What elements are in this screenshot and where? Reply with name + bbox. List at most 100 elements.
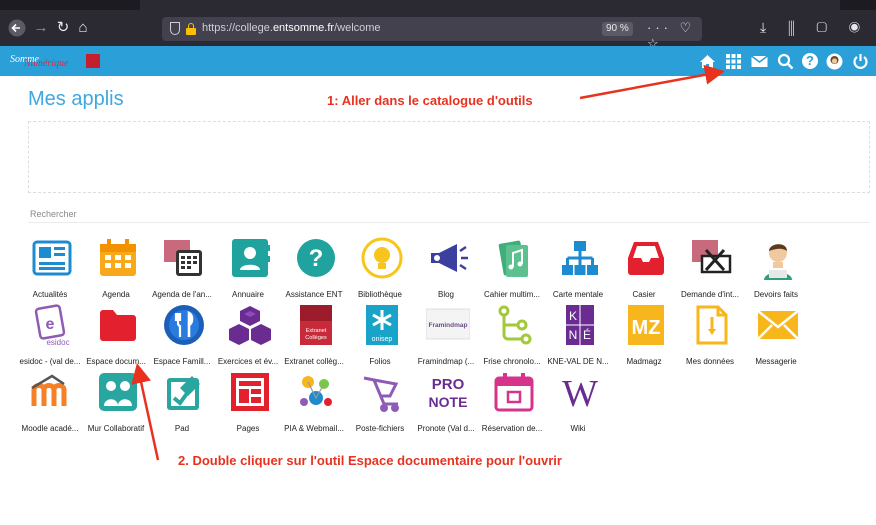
music-notebook-icon <box>492 236 536 280</box>
app-tile-folios[interactable]: onisep Folios <box>348 303 411 369</box>
sitemap-icon <box>558 236 602 280</box>
somme-numerique-logo[interactable]: Somme Numérique <box>10 54 102 70</box>
app-tile-annuaire[interactable]: Annuaire <box>216 236 279 302</box>
app-tile-poste-fichiers[interactable]: Poste-fichiers <box>348 370 411 436</box>
app-label: Exercices et év... <box>217 357 279 366</box>
app-label: Blog <box>437 290 454 299</box>
app-tile-assistance-ent[interactable]: ? Assistance ENT <box>282 236 345 302</box>
app-label: Agenda de l'an... <box>152 290 212 299</box>
favorites-drop-zone[interactable] <box>28 121 870 193</box>
app-tile-messagerie[interactable]: Messagerie <box>744 303 807 369</box>
app-tile-agenda-annee[interactable]: Agenda de l'an... <box>150 236 213 302</box>
app-label: Bibliothèque <box>357 290 403 299</box>
app-tile-mur-collaboratif[interactable]: Mur Collaboratif <box>84 370 147 436</box>
svg-text:N: N <box>569 328 578 342</box>
app-tile-cahier-multimedia[interactable]: Cahier multim... <box>480 236 543 302</box>
power-icon[interactable] <box>851 52 870 71</box>
pronote-icon: PRO NOTE <box>426 370 470 414</box>
app-label: Pronote (Val d... <box>417 424 475 433</box>
mail-icon[interactable] <box>750 52 769 71</box>
app-label: Moodle acadé... <box>21 424 79 433</box>
pia-webmail-icon <box>294 370 338 414</box>
toolbar-icons[interactable]: ⤓ ⫼ ▢ ◉ ⇢ <box>760 19 876 36</box>
app-tile-espace-documentaire[interactable]: Espace docum... <box>84 303 147 369</box>
app-tile-casier[interactable]: Casier <box>612 236 675 302</box>
app-label: Demande d'int... <box>680 290 739 299</box>
avatar-icon[interactable] <box>825 52 844 71</box>
app-tile-espace-famille[interactable]: Espace Famill... <box>150 303 213 369</box>
app-tile-frise-chronologique[interactable]: Frise chronolo... <box>480 303 543 369</box>
app-tile-extranet-colleges[interactable]: Extranet Collèges Extranet collèg... <box>282 303 345 369</box>
apps-grid-icon[interactable] <box>724 52 743 71</box>
search-underline <box>28 222 870 223</box>
search-label[interactable]: Rechercher <box>30 209 77 219</box>
active-tab[interactable] <box>140 0 840 10</box>
home-icon[interactable]: ⌂ <box>74 19 92 37</box>
pages-icon <box>228 370 272 414</box>
app-tile-demande-intervention[interactable]: Demande d'int... <box>678 236 741 302</box>
printer-broken-icon <box>690 236 734 280</box>
app-label: Annuaire <box>231 290 265 299</box>
pad-icon <box>162 370 206 414</box>
esidoc-icon: e esidoc <box>30 303 74 347</box>
forward-icon[interactable]: → <box>32 19 50 37</box>
app-tile-esidoc[interactable]: e esidoc esidoc - (val de... <box>18 303 81 369</box>
app-tile-pia-webmail[interactable]: PIA & Webmail... <box>282 370 345 436</box>
madmagz-icon: MZ <box>624 303 668 347</box>
app-tile-blog[interactable]: Blog <box>414 236 477 302</box>
app-tile-pronote[interactable]: PRO NOTE Pronote (Val d... <box>414 370 477 436</box>
app-tile-devoirs-faits[interactable]: Devoirs faits <box>744 236 807 302</box>
megaphone-icon <box>426 236 470 280</box>
app-tile-mes-donnees[interactable]: Mes données <box>678 303 741 369</box>
wiki-w-icon: W <box>558 370 602 415</box>
app-tile-reservation[interactable]: Réservation de... <box>480 370 543 436</box>
app-label: Madmagz <box>626 357 662 366</box>
help-circle-icon: ? <box>294 236 338 280</box>
svg-text:onisep: onisep <box>372 336 393 343</box>
zoom-indicator[interactable]: 90 % <box>602 22 633 36</box>
app-label: Pad <box>174 424 190 433</box>
app-tile-carte-mentale[interactable]: Carte mentale <box>546 236 609 302</box>
app-label: Extranet collèg... <box>284 357 344 366</box>
app-label: esidoc - (val de... <box>19 357 81 366</box>
app-tile-actualites[interactable]: Actualités <box>18 236 81 302</box>
app-tile-pages[interactable]: Pages <box>216 370 279 436</box>
help-icon[interactable]: ? <box>802 53 818 69</box>
tab-strip <box>0 0 876 10</box>
app-label: Carte mentale <box>552 290 604 299</box>
folios-icon: onisep <box>360 303 404 347</box>
svg-text:MZ: MZ <box>632 317 661 339</box>
svg-text:PRO: PRO <box>432 376 465 393</box>
app-label: Folios <box>369 357 391 366</box>
app-label: Espace docum... <box>86 357 146 366</box>
app-tile-pad[interactable]: Pad <box>150 370 213 436</box>
app-tile-madmagz[interactable]: MZ Madmagz <box>612 303 675 369</box>
svg-text:esidoc: esidoc <box>46 338 69 347</box>
lock-icon[interactable] <box>186 23 196 35</box>
app-label: KNE-VAL DE N... <box>547 357 609 366</box>
home-icon[interactable] <box>698 52 717 71</box>
app-tile-exercices[interactable]: Exercices et év... <box>216 303 279 369</box>
url-bar[interactable]: https://college.entsomme.fr/welcome 90 %… <box>162 17 702 51</box>
app-tile-agenda[interactable]: Agenda <box>84 236 147 302</box>
app-label: PIA & Webmail... <box>284 424 344 433</box>
svg-text:K: K <box>569 309 577 323</box>
app-label: Casier <box>632 290 656 299</box>
app-tile-bibliotheque[interactable]: Bibliothèque <box>348 236 411 302</box>
app-label: Espace Famill... <box>153 357 211 366</box>
tracking-shield-icon[interactable] <box>170 22 180 35</box>
app-tile-wiki[interactable]: W Wiki <box>546 370 609 436</box>
url-text[interactable]: https://college.entsomme.fr/welcome <box>202 22 381 34</box>
app-tile-kne[interactable]: KNÉ KNE-VAL DE N... <box>546 303 609 369</box>
collab-wall-icon <box>96 370 140 414</box>
moodle-icon <box>30 370 74 414</box>
annotation-step-1: 1: Aller dans le catalogue d'outils <box>327 93 533 108</box>
reload-icon[interactable]: ↻ <box>54 19 72 37</box>
app-tile-framindmap[interactable]: Framindmap Framindmap (... <box>414 303 477 369</box>
svg-text:Collèges: Collèges <box>305 335 327 341</box>
agenda-annee-icon <box>162 236 206 280</box>
search-icon[interactable] <box>776 52 795 71</box>
app-label: Réservation de... <box>481 424 543 433</box>
app-tile-moodle[interactable]: Moodle acadé... <box>18 370 81 436</box>
back-icon[interactable] <box>8 19 26 37</box>
